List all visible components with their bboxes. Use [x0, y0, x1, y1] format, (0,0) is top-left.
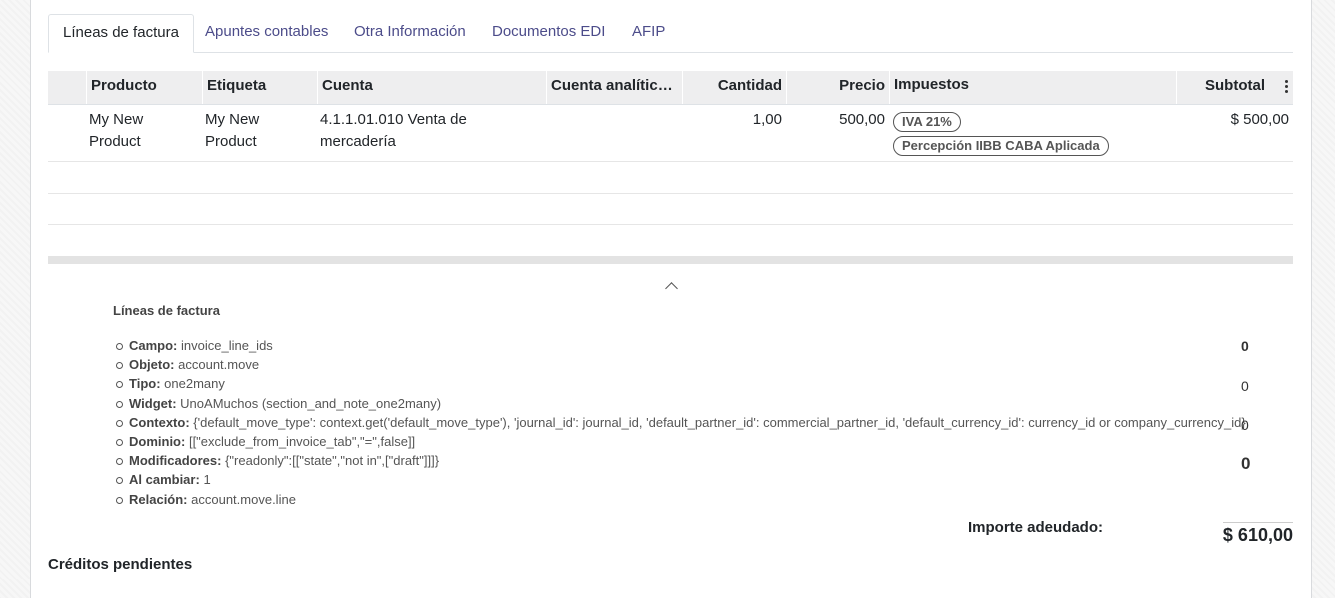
amount-due-value: $ 610,00 [1222, 522, 1293, 546]
amount-due-label: Importe adeudado: [968, 519, 1104, 536]
list-item: Tipo: one2many [116, 374, 1246, 393]
cell-producto: My New Product [89, 111, 144, 150]
column-header-precio[interactable]: Precio [786, 71, 889, 104]
list-item: Dominio: [["exclude_from_invoice_tab","=… [116, 432, 1246, 451]
subtotal-zero: 0 [1241, 417, 1249, 433]
invoice-form-sheet: Líneas de factura Apuntes contables Otra… [30, 0, 1312, 598]
tab-afip[interactable]: AFIP [618, 14, 679, 51]
cell-cuenta: 4.1.1.01.010 Venta de mercadería [320, 111, 467, 150]
tab-documentos-edi[interactable]: Documentos EDI [478, 14, 619, 51]
list-item: Widget: UnoAMuchos (section_and_note_one… [116, 394, 1246, 413]
chevron-up-icon[interactable] [665, 282, 678, 295]
cell-etiqueta: My New Product [205, 111, 260, 150]
subtotal-zero: 0 [1241, 454, 1251, 473]
cell-subtotal: $ 500,00 [1230, 111, 1289, 128]
list-item: Contexto: {'default_move_type': context.… [116, 413, 1246, 432]
cell-impuestos: IVA 21% Percepción IIBB CABA Aplicada [889, 111, 1176, 159]
list-item: Relación: account.move.line [116, 490, 1246, 509]
tab-lineas-de-factura[interactable]: Líneas de factura [48, 14, 194, 53]
empty-row [48, 162, 1293, 194]
optional-columns-icon[interactable] [1285, 80, 1289, 94]
column-header-impuestos[interactable]: Impuestos [889, 71, 1176, 104]
outstanding-credits-heading: Créditos pendientes [48, 556, 193, 573]
handle-column-header [48, 71, 86, 104]
list-item: Objeto: account.move [116, 355, 1246, 374]
notebook-tabs: Líneas de factura Apuntes contables Otra… [48, 14, 1293, 53]
debug-tooltip-list: Campo: invoice_line_ids Objeto: account.… [116, 336, 1246, 509]
column-header-etiqueta[interactable]: Etiqueta [202, 71, 317, 104]
debug-tooltip-title: Líneas de factura [113, 303, 220, 318]
list-item: Modificadores: {"readonly":[["state","no… [116, 451, 1246, 470]
tax-tag: IVA 21% [893, 112, 961, 132]
column-header-producto[interactable]: Producto [86, 71, 202, 104]
table-header: Producto Etiqueta Cuenta Cuenta analític… [48, 71, 1293, 105]
column-header-cantidad[interactable]: Cantidad [682, 71, 786, 104]
column-header-cuenta[interactable]: Cuenta [317, 71, 546, 104]
column-header-subtotal[interactable]: Subtotal [1176, 71, 1293, 104]
column-header-cuenta-analitica[interactable]: Cuenta analítica… [546, 71, 682, 104]
cell-cantidad: 1,00 [752, 111, 782, 128]
horizontal-scrollbar[interactable] [48, 256, 1293, 264]
tab-otra-informacion[interactable]: Otra Información [340, 14, 480, 51]
tax-tag: Percepción IIBB CABA Aplicada [893, 136, 1109, 156]
subtotal-zero: 0 [1241, 338, 1249, 354]
tab-apuntes-contables[interactable]: Apuntes contables [191, 14, 342, 51]
list-item: Al cambiar: 1 [116, 470, 1246, 489]
table-row[interactable]: My New Product My New Product 4.1.1.01.0… [48, 105, 1293, 162]
empty-row [48, 194, 1293, 225]
list-item: Campo: invoice_line_ids [116, 336, 1246, 355]
subtotal-zero: 0 [1241, 378, 1249, 394]
cell-precio: 500,00 [839, 111, 885, 128]
